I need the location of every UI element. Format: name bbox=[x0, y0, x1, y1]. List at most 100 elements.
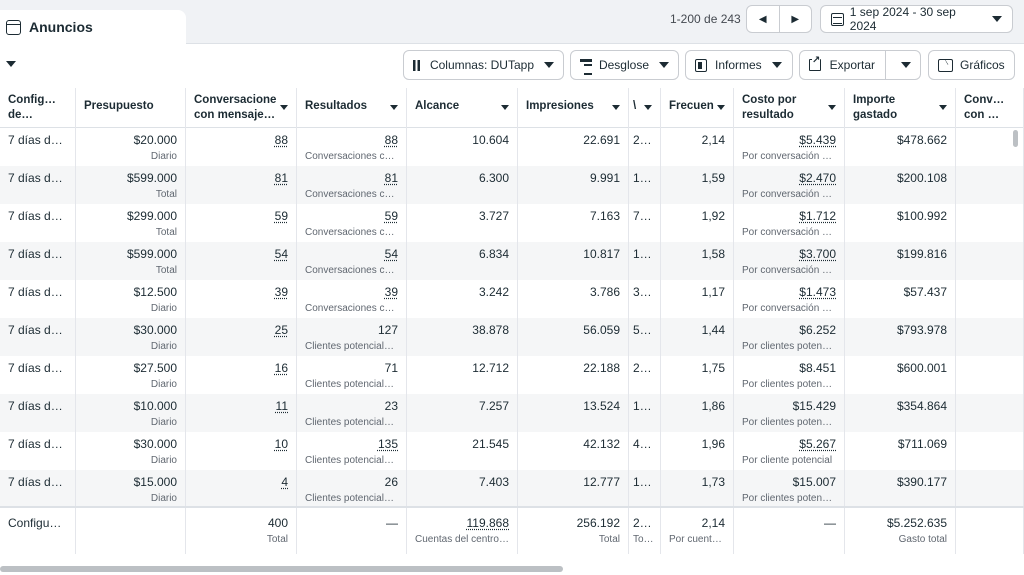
cell-value[interactable]: 59 bbox=[194, 209, 288, 224]
table-row[interactable]: 7 días d… $15.000 Diario 4 26 Clientes potenc… bbox=[0, 470, 1024, 508]
cell-col7: 1… bbox=[629, 242, 661, 280]
cell-value: $15.429 bbox=[792, 399, 836, 413]
sort-caret-icon[interactable] bbox=[390, 105, 398, 110]
cell-spent: $57.437 bbox=[845, 280, 956, 318]
table-row[interactable]: 7 días d… $30.000 Diario 10 135 Clientes pote… bbox=[0, 432, 1024, 470]
column-header-10[interactable]: Conversaci con mensa bbox=[956, 88, 1024, 128]
horizontal-scrollbar[interactable] bbox=[0, 566, 563, 572]
vertical-scrollbar[interactable] bbox=[1013, 130, 1018, 147]
totals-reach-cell[interactable]: 119.868 Cuentas del centro … bbox=[407, 508, 518, 554]
totals-conversations-2-cell bbox=[956, 508, 1024, 554]
column-header-label: Resultados bbox=[305, 100, 367, 112]
table-row[interactable]: 7 días d… $599.000 Total 54 54 Conversaciones… bbox=[0, 242, 1024, 280]
reports-label: Informes bbox=[715, 58, 762, 72]
cell-value: 2,14 bbox=[701, 133, 725, 147]
cell-empty bbox=[956, 394, 1024, 432]
cell-value[interactable]: $5.439 bbox=[742, 133, 836, 148]
cell-value[interactable]: 88 bbox=[305, 133, 398, 148]
cell-value[interactable]: 88 bbox=[194, 133, 288, 148]
cell-spent: $711.069 bbox=[845, 432, 956, 470]
charts-button[interactable]: Gráficos bbox=[928, 50, 1015, 80]
collapse-caret-icon[interactable] bbox=[6, 61, 16, 67]
breakdown-button[interactable]: Desglose bbox=[570, 50, 679, 80]
cell-spent: $354.864 bbox=[845, 394, 956, 432]
cell-value[interactable]: $1.473 bbox=[742, 285, 836, 300]
column-header-5[interactable]: Impresiones bbox=[518, 88, 629, 128]
cell-value: 1,17 bbox=[701, 285, 725, 299]
cell-value: 1… bbox=[633, 247, 652, 261]
cell-value[interactable]: 54 bbox=[305, 247, 398, 262]
cell-value[interactable]: 10 bbox=[194, 437, 288, 452]
column-header-7[interactable]: Frecuen bbox=[661, 88, 734, 128]
column-header-2[interactable]: Conversacione con mensaje… bbox=[186, 88, 297, 128]
cell-subtext: Por conversación c… bbox=[742, 151, 836, 162]
column-header-0[interactable]: Configura de… bbox=[0, 88, 76, 128]
sort-caret-icon[interactable] bbox=[612, 105, 620, 110]
sort-caret-icon[interactable] bbox=[644, 105, 652, 110]
cell-value: 7… bbox=[633, 209, 652, 223]
cell-impressions: 42.132 bbox=[518, 432, 629, 470]
export-dropdown-icon[interactable] bbox=[901, 62, 911, 68]
cell-value[interactable]: 16 bbox=[194, 361, 288, 376]
sort-caret-icon[interactable] bbox=[501, 105, 509, 110]
cell-empty bbox=[956, 318, 1024, 356]
cell-value: 42.132 bbox=[583, 437, 620, 451]
cell-subtext: Clientes potenciales… bbox=[305, 417, 398, 428]
table-row[interactable]: 7 días d… $12.500 Diario 39 39 Conversaciones… bbox=[0, 280, 1024, 318]
cell-conversations: 81 bbox=[186, 166, 297, 204]
column-header-4[interactable]: Alcance bbox=[407, 88, 518, 128]
cell-cost: $3.700 Por conversación c… bbox=[734, 242, 845, 280]
next-page-button[interactable]: ▶ bbox=[778, 6, 812, 32]
tab-anuncios[interactable]: Anuncios bbox=[0, 10, 186, 44]
cell-value[interactable]: $2.470 bbox=[742, 171, 836, 186]
sort-caret-icon[interactable] bbox=[717, 105, 725, 110]
sort-caret-icon[interactable] bbox=[828, 105, 836, 110]
cell-value[interactable]: $3.700 bbox=[742, 247, 836, 262]
cell-value[interactable]: 4 bbox=[194, 475, 288, 490]
cell-value[interactable]: 59 bbox=[305, 209, 398, 224]
cell-reach: 3.242 bbox=[407, 280, 518, 318]
sort-caret-icon[interactable] bbox=[280, 105, 288, 110]
export-split-divider bbox=[885, 50, 886, 80]
cell-value[interactable]: 54 bbox=[194, 247, 288, 262]
table-row[interactable]: 7 días d… $599.000 Total 81 81 Conversaciones… bbox=[0, 166, 1024, 204]
cell-config: 7 días d… bbox=[0, 166, 76, 204]
sort-caret-icon[interactable] bbox=[939, 105, 947, 110]
cell-value: 3.786 bbox=[589, 285, 620, 299]
table-row[interactable]: 7 días d… $20.000 Diario 88 88 Conversaciones… bbox=[0, 128, 1024, 166]
table-row[interactable]: 7 días d… $299.000 Total 59 59 Conversaciones… bbox=[0, 204, 1024, 242]
cell-value[interactable]: 81 bbox=[194, 171, 288, 186]
cell-value[interactable]: 39 bbox=[305, 285, 398, 300]
column-header-9[interactable]: Importe gastado bbox=[845, 88, 956, 128]
column-header-6[interactable]: \ bbox=[629, 88, 661, 128]
cell-empty bbox=[956, 166, 1024, 204]
columns-button[interactable]: Columnas: DUTapp bbox=[403, 50, 564, 80]
cell-value: $30.000 bbox=[133, 437, 177, 451]
table-row[interactable]: 7 días d… $27.500 Diario 16 71 Clientes poten… bbox=[0, 356, 1024, 394]
cell-value: $390.177 bbox=[896, 475, 947, 489]
cell-value[interactable]: $1.712 bbox=[742, 209, 836, 224]
cell-value[interactable]: 25 bbox=[194, 323, 288, 338]
cell-value: $793.978 bbox=[896, 323, 947, 337]
column-header-8[interactable]: Costo por resultado bbox=[734, 88, 845, 128]
cell-value[interactable]: 39 bbox=[194, 285, 288, 300]
previous-page-button[interactable]: ◀ bbox=[747, 6, 779, 32]
cell-impressions: 7.163 bbox=[518, 204, 629, 242]
cell-value[interactable]: 11 bbox=[194, 399, 288, 414]
cell-value[interactable]: $5.267 bbox=[742, 437, 836, 452]
cell-reach: 10.604 bbox=[407, 128, 518, 166]
table-header: Configura de… Presupuesto Conversacione co… bbox=[0, 88, 1024, 128]
reports-button[interactable]: Informes bbox=[685, 50, 793, 80]
cell-frequency: 1,73 bbox=[661, 470, 734, 508]
table-row[interactable]: 7 días d… $10.000 Diario 11 23 Clientes poten… bbox=[0, 394, 1024, 432]
column-header-1[interactable]: Presupuesto bbox=[76, 88, 186, 128]
cell-value[interactable]: 81 bbox=[305, 171, 398, 186]
date-range-picker[interactable]: 1 sep 2024 - 30 sep 2024 bbox=[820, 5, 1013, 33]
column-header-3[interactable]: Resultados bbox=[297, 88, 407, 128]
cell-cost: $15.007 Por clientes potenci… bbox=[734, 470, 845, 508]
totals-results-cell: — bbox=[297, 508, 407, 554]
export-button[interactable]: Exportar bbox=[799, 50, 921, 80]
cell-value[interactable]: 135 bbox=[305, 437, 398, 452]
cell-cost: $8.451 Por clientes potenci… bbox=[734, 356, 845, 394]
table-row[interactable]: 7 días d… $30.000 Diario 25 127 Clientes pote… bbox=[0, 318, 1024, 356]
